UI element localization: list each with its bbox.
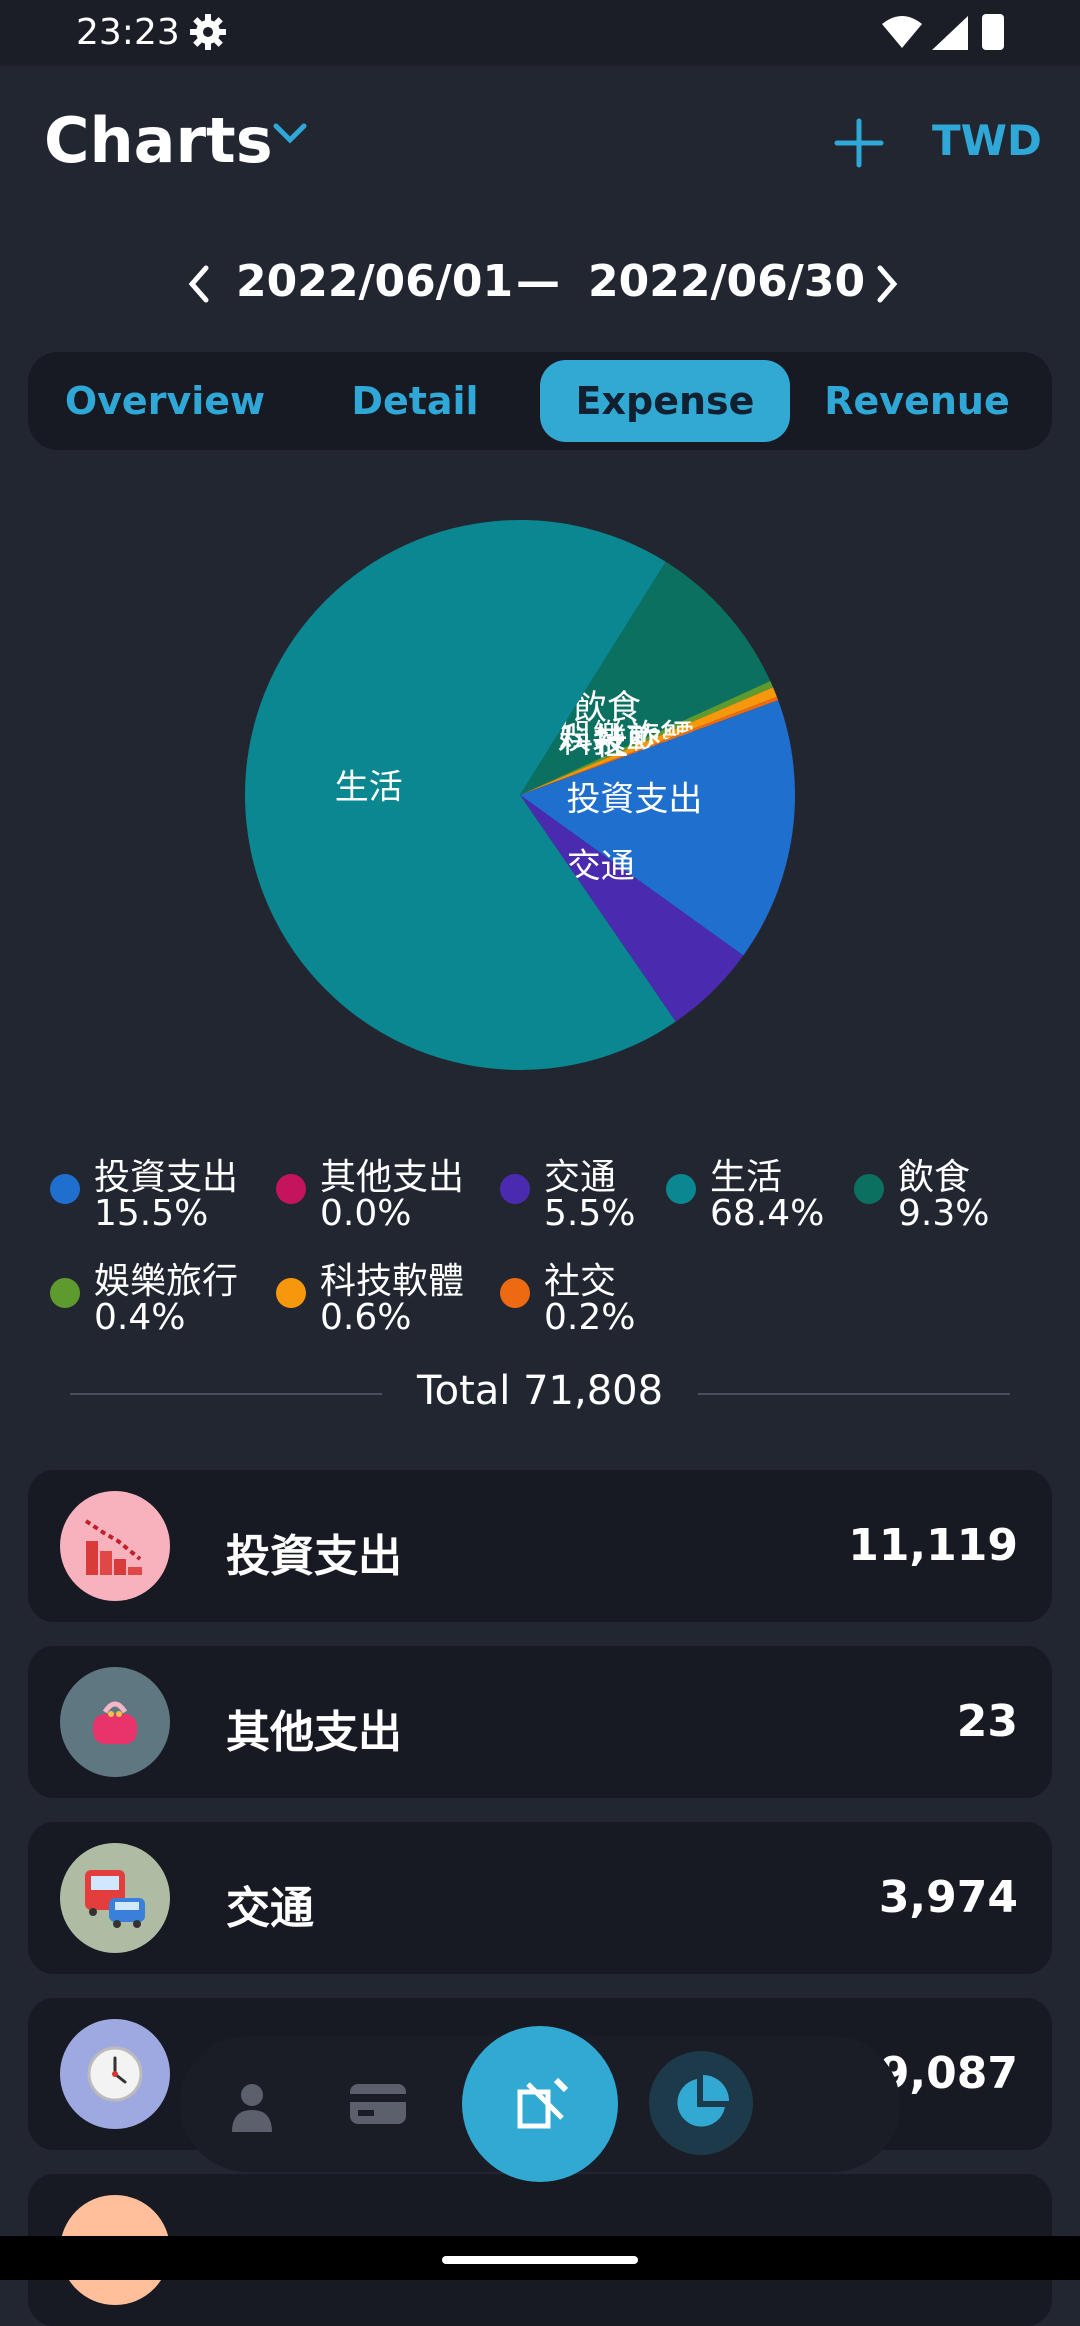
nav-charts-button[interactable] <box>649 2051 753 2155</box>
gear-icon <box>190 14 226 50</box>
legend-label: 娛樂旅行 <box>94 1261 239 1302</box>
date-start[interactable]: 2022/06/01 <box>236 256 513 307</box>
chevron-right-icon[interactable] <box>872 262 902 306</box>
bus-car-icon <box>60 1843 170 1953</box>
legend-label: 飲食 <box>898 1157 971 1198</box>
legend-label: 生活 <box>710 1157 783 1198</box>
total-amount: Total 71,808 <box>416 1368 664 1414</box>
purse-icon <box>60 1667 170 1777</box>
legend-item: 娛樂旅行 0.4% <box>50 1264 238 1336</box>
row-label: 其他支出 <box>226 1707 402 1758</box>
add-icon[interactable] <box>834 118 884 168</box>
legend-item: 交通 5.5% <box>500 1160 635 1232</box>
list-item[interactable]: 其他支出 23 <box>28 1646 1052 1798</box>
legend-dot <box>500 1174 530 1204</box>
legend-dot <box>50 1174 80 1204</box>
row-label: 交通 <box>226 1883 314 1934</box>
page-title[interactable]: Charts <box>44 104 273 177</box>
legend-dot <box>666 1174 696 1204</box>
stock-down-icon <box>60 1491 170 1601</box>
list-item[interactable]: 投資支出 11,119 <box>28 1470 1052 1622</box>
legend-item: 科技軟體 0.6% <box>276 1264 464 1336</box>
tab-overview[interactable]: Overview <box>40 360 290 442</box>
tab-revenue[interactable]: Revenue <box>792 360 1042 442</box>
pie-chart-icon <box>677 2075 729 2127</box>
row-value: 23 <box>956 1696 1018 1747</box>
legend-item: 其他支出 0.0% <box>276 1160 464 1232</box>
legend-percent: 0.4% <box>94 1297 186 1338</box>
status-bar: 23:23 <box>0 0 1080 66</box>
date-separator: — <box>516 256 560 307</box>
add-record-icon <box>517 2077 569 2129</box>
legend-item: 社交 0.2% <box>500 1264 635 1336</box>
currency-selector[interactable]: TWD <box>932 116 1042 165</box>
legend-dot <box>50 1278 80 1308</box>
wifi-icon <box>882 16 922 48</box>
legend-percent: 0.0% <box>320 1193 412 1234</box>
row-label: 投資支出 <box>226 1531 402 1582</box>
person-icon[interactable] <box>230 2082 274 2132</box>
legend-dot <box>500 1278 530 1308</box>
legend-percent: 15.5% <box>94 1193 209 1234</box>
legend-item: 生活 68.4% <box>666 1160 824 1232</box>
add-record-button[interactable] <box>462 2026 618 2182</box>
legend-percent: 0.2% <box>544 1297 636 1338</box>
legend-label: 科技軟體 <box>320 1261 465 1302</box>
expense-pie-chart[interactable]: 飲食娛樂旅行科技軟體社交投資支出交通生活 <box>0 480 1080 1120</box>
gesture-handle[interactable] <box>442 2256 638 2264</box>
row-value: 11,119 <box>848 1520 1018 1571</box>
legend-label: 投資支出 <box>94 1157 239 1198</box>
legend-item: 投資支出 15.5% <box>50 1160 238 1232</box>
legend-percent: 68.4% <box>710 1193 825 1234</box>
clock-icon <box>60 2019 170 2129</box>
chart-legend: 投資支出 15.5% 其他支出 0.0% 交通 5.5% 生活 68.4% 飲食 9.3%… <box>0 1160 1080 1360</box>
legend-dot <box>276 1174 306 1204</box>
status-time: 23:23 <box>76 12 180 53</box>
legend-label: 社交 <box>544 1261 617 1302</box>
card-icon[interactable] <box>348 2082 408 2126</box>
legend-percent: 9.3% <box>898 1193 990 1234</box>
chevron-left-icon[interactable] <box>184 262 214 306</box>
list-item[interactable]: 交通 3,974 <box>28 1822 1052 1974</box>
tab-expense[interactable]: Expense <box>540 360 790 442</box>
tab-bar: Overview Detail Expense Revenue <box>28 352 1052 450</box>
legend-percent: 0.6% <box>320 1297 412 1338</box>
tab-detail[interactable]: Detail <box>290 360 540 442</box>
row-value: 3,974 <box>878 1872 1018 1923</box>
legend-label: 交通 <box>544 1157 617 1198</box>
legend-item: 飲食 9.3% <box>854 1160 989 1232</box>
signal-icon <box>932 16 968 50</box>
slice-label: 投資支出 <box>566 780 702 820</box>
legend-dot <box>854 1174 884 1204</box>
chevron-down-icon[interactable] <box>270 118 310 148</box>
legend-percent: 5.5% <box>544 1193 636 1234</box>
battery-icon <box>982 14 1004 50</box>
date-end[interactable]: 2022/06/30 <box>588 256 865 307</box>
slice-label: 生活 <box>335 767 403 807</box>
legend-label: 其他支出 <box>320 1157 465 1198</box>
legend-dot <box>276 1278 306 1308</box>
